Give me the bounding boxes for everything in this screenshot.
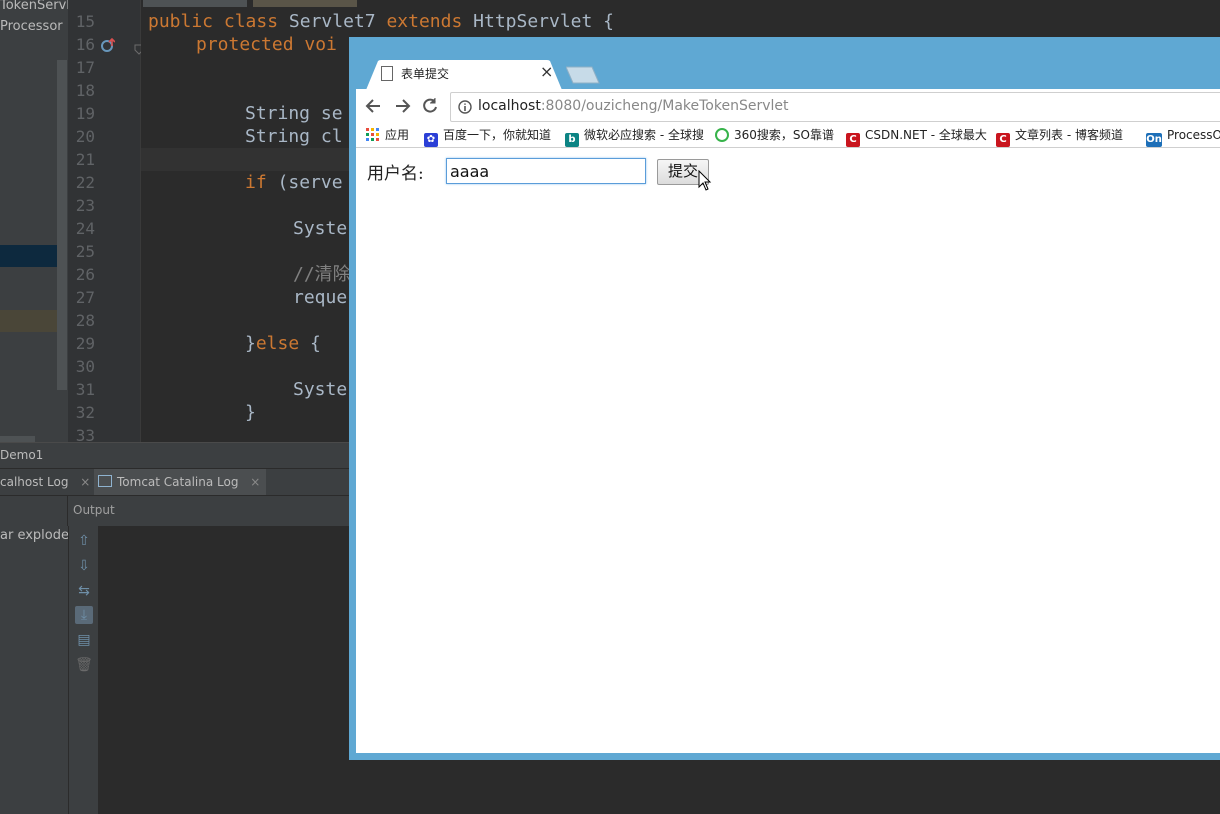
output-toolbar: ⇧ ⇩ ⇆ ⤓ ▤ 🗑	[68, 526, 99, 814]
apps-grid-icon	[366, 128, 380, 142]
line-number: 16	[75, 35, 95, 54]
page-content: 用户名: aaaa 提交	[356, 148, 1220, 753]
up-arrow-icon[interactable]: ⇧	[75, 532, 93, 550]
print-icon[interactable]: ▤	[75, 631, 93, 649]
new-tab-button[interactable]	[566, 66, 600, 84]
input-value: aaaa	[450, 162, 490, 181]
scroll-to-end-icon[interactable]: ⤓	[75, 606, 93, 624]
code-line-29: }else {	[245, 333, 321, 354]
tab-label: Tomcat Catalina Log	[117, 475, 239, 489]
output-label: Output	[73, 503, 115, 517]
reload-icon[interactable]	[420, 96, 440, 116]
editor-tab-fragment[interactable]	[253, 0, 357, 7]
address-bar[interactable]: localhost:8080/ouzicheng/MakeTokenServle…	[450, 92, 1220, 122]
line-number: 15	[75, 12, 95, 31]
artifact-item[interactable]: ar exploded	[0, 528, 77, 543]
360-icon	[715, 128, 729, 142]
username-label: 用户名:	[367, 164, 424, 184]
bookmark-blog[interactable]: C 文章列表 - 博客频道	[996, 123, 1123, 147]
back-icon[interactable]	[364, 96, 384, 116]
line-number: 30	[75, 357, 95, 376]
browser-tab[interactable]	[366, 60, 562, 90]
code-line-20: String cl	[245, 126, 343, 147]
project-item[interactable]: Processor	[0, 19, 63, 34]
project-highlight-row	[0, 310, 57, 332]
line-number: 18	[75, 81, 95, 100]
line-number: 26	[75, 265, 95, 284]
down-arrow-icon[interactable]: ⇩	[75, 557, 93, 575]
line-number: 28	[75, 311, 95, 330]
line-number: 22	[75, 173, 95, 192]
line-number: 32	[75, 403, 95, 422]
tab-localhost-log[interactable]: calhost Log ×	[0, 469, 90, 495]
bookmark-apps[interactable]: 应用	[366, 123, 409, 147]
line-number: 29	[75, 334, 95, 353]
line-number: 19	[75, 104, 95, 123]
project-scrollbar[interactable]	[57, 60, 67, 390]
bookmarks-bar: 应用 ✿ 百度一下，你就知道 b 微软必应搜索 - 全球搜 360搜索，SO靠谱 C…	[356, 123, 1220, 148]
code-line-22: if (serve	[245, 172, 343, 193]
line-number: 31	[75, 380, 95, 399]
line-number: 17	[75, 58, 95, 77]
editor-tab-fragment[interactable]	[143, 0, 247, 7]
tab-tomcat-catalina-log[interactable]: Tomcat Catalina Log ×	[94, 469, 267, 495]
soft-wrap-icon[interactable]: ⇆	[75, 582, 93, 600]
deployment-list: ar exploded	[0, 526, 77, 814]
code-line-31: Syste	[293, 379, 348, 400]
browser-toolbar: localhost:8080/ouzicheng/MakeTokenServle…	[356, 89, 1220, 124]
line-number: 25	[75, 242, 95, 261]
line-number: 23	[75, 196, 95, 215]
tab-label: calhost Log	[0, 475, 69, 489]
override-method-icon[interactable]	[101, 37, 116, 52]
bookmark-csdn[interactable]: C CSDN.NET - 全球最大	[846, 123, 987, 147]
line-number: 20	[75, 127, 95, 146]
code-line-27: reque	[293, 287, 348, 308]
close-icon[interactable]: ×	[250, 475, 260, 489]
line-number: 24	[75, 219, 95, 238]
csdn-icon: C	[846, 133, 860, 147]
editor-gutter: 15 16 17 18 19 20 21 22 23 24 25 26 27 28 29 30 31 32 33	[68, 0, 144, 445]
page-icon	[381, 66, 393, 81]
code-line-19: String se	[245, 103, 343, 124]
code-line-24: Syste	[293, 218, 348, 239]
line-number: 27	[75, 288, 95, 307]
bookmark-processon[interactable]: OnProcessOn	[1146, 123, 1220, 147]
mouse-cursor-icon	[698, 169, 712, 192]
code-line-26: //清除	[293, 264, 351, 285]
caret-line-highlight	[141, 148, 351, 171]
run-config-tab[interactable]: Demo1	[0, 448, 43, 462]
bookmark-360[interactable]: 360搜索，SO靠谱	[715, 123, 834, 147]
username-input[interactable]: aaaa	[446, 158, 646, 184]
forward-icon[interactable]	[392, 96, 412, 116]
bing-icon: b	[565, 133, 579, 147]
baidu-paw-icon: ✿	[424, 133, 438, 147]
trash-icon[interactable]: 🗑	[75, 656, 93, 674]
bookmark-baidu[interactable]: ✿ 百度一下，你就知道	[424, 123, 551, 147]
code-line-15: public class Servlet7 extends HttpServle…	[148, 11, 615, 32]
line-number: 21	[75, 150, 95, 169]
tab-title: 表单提交	[401, 67, 450, 81]
processon-icon: On	[1146, 133, 1162, 147]
code-line-32: }	[245, 402, 256, 423]
tab-close-icon[interactable]: ×	[540, 62, 553, 81]
code-line-16: protected voi	[196, 34, 337, 55]
bookmark-bing[interactable]: b 微软必应搜索 - 全球搜	[565, 123, 704, 147]
project-selected-row	[0, 245, 57, 267]
log-icon	[98, 475, 112, 487]
url-text: localhost:8080/ouzicheng/MakeTokenServle…	[478, 98, 789, 114]
info-icon[interactable]	[458, 99, 472, 114]
close-icon[interactable]: ×	[80, 475, 90, 489]
csdn-icon: C	[996, 133, 1010, 147]
